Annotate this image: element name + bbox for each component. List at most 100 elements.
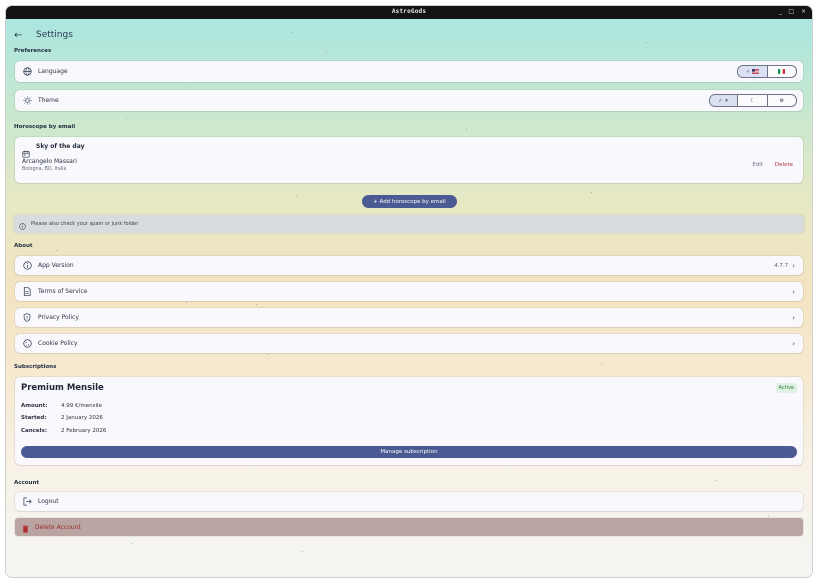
theme-option-light[interactable]: ✓ ☀ [710,95,739,106]
star-decoration [716,480,717,481]
language-row: Language ✓ [15,61,803,82]
delete-account-button[interactable]: Delete Account [15,518,803,536]
terms-chevron-group: › [792,288,795,296]
theme-row: Theme ✓ ☀ ☾ ⚙ [15,90,803,111]
star-decoration [591,192,592,193]
logout-icon [22,497,32,507]
about-item-app-version[interactable]: App Version 4.7.7 › [15,256,803,275]
star-decoration [768,516,769,517]
amount-value: 4.99 €/mensile [61,403,102,409]
trash-icon [22,518,29,537]
section-label-subscriptions: Subscriptions [14,364,57,370]
info-icon [19,215,26,234]
about-item-privacy[interactable]: Privacy Policy › [15,308,803,327]
star-decoration [466,128,467,129]
subscription-cancels: Cancels: 2 February 2026 [21,428,106,434]
star-decoration [146,530,147,531]
sun-small-icon: ☀ [724,97,729,104]
delete-link[interactable]: Delete [775,162,793,168]
star-decoration [601,364,602,365]
document-icon [22,287,32,297]
subscription-plan-name: Premium Mensile [21,383,104,393]
chevron-right-icon: › [792,287,795,296]
gear-icon: ⚙ [779,97,785,104]
info-icon [22,261,32,271]
manage-subscription-button[interactable]: Manage subscription [21,446,797,458]
check-icon: ✓ [718,97,723,104]
sun-icon [22,96,32,106]
page-title: Settings [36,30,73,40]
edit-link[interactable]: Edit [752,162,763,168]
started-label: Started: [21,415,47,421]
globe-icon [22,67,32,77]
star-decoration [302,551,303,552]
subscription-started: Started: 2 January 2026 [21,415,103,421]
theme-option-dark[interactable]: ☾ [738,95,768,106]
star-decoration [186,86,187,87]
close-button[interactable]: × [801,8,806,15]
star-decoration [186,302,187,303]
maximize-button[interactable]: □ [788,8,794,15]
recipient-name: Arcangelo Massari [22,158,77,165]
cookie-icon [22,339,32,349]
chevron-right-icon: › [792,339,795,348]
logout-row[interactable]: Logout [15,492,803,511]
star-decoration [268,354,269,355]
star-decoration [291,32,292,33]
language-selector: ✓ [737,65,797,78]
about-item-terms[interactable]: Terms of Service › [15,282,803,301]
minimize-button[interactable]: _ [779,8,782,15]
italy-flag-icon [778,69,786,74]
app-version-value: 4.7.7 [774,262,789,269]
chevron-right-icon: › [792,313,795,322]
cancels-value: 2 February 2026 [61,428,107,434]
star-decoration [746,86,747,87]
app-window: AstroGods _ □ × ← Settings Preferences L… [6,6,812,577]
theme-label: Theme [38,97,59,104]
subscription-amount: Amount: 4.99 €/mensile [21,403,102,409]
app-version-value-group: 4.7.7 › [774,262,795,270]
horoscope-card: Sky of the day Arcangelo Massari Bologna… [15,137,803,183]
subscription-card: Premium Mensile Active Amount: 4.99 €/men… [15,377,803,465]
amount-label: Amount: [21,403,48,409]
star-decoration [326,52,327,53]
star-decoration [296,196,297,197]
status-badge: Active [775,383,797,393]
logout-label: Logout [38,498,59,505]
language-option-it[interactable] [768,66,797,77]
spam-notice-text: Please also check your spam or junk fold… [31,221,139,227]
moon-icon: ☾ [750,97,755,104]
add-horoscope-button[interactable]: + Add horoscope by email [362,195,457,208]
star-decoration [131,543,132,544]
shield-icon [22,313,32,323]
language-option-en[interactable]: ✓ [738,66,768,77]
cancels-label: Cancels: [21,428,48,434]
section-label-about: About [14,243,33,249]
theme-option-system[interactable]: ⚙ [768,95,796,106]
delete-account-label: Delete Account [35,523,81,531]
star-decoration [646,42,647,43]
chevron-right-icon: › [792,261,795,270]
spam-notice: Please also check your spam or junk fold… [14,215,804,233]
about-item-label: Terms of Service [38,288,88,295]
section-label-account: Account [14,480,40,486]
recipient-location: Bologna, BO, Italia [22,167,67,172]
page-header: ← Settings [14,25,73,45]
horoscope-title: Sky of the day [36,143,85,150]
about-item-label: Cookie Policy [38,340,78,347]
language-label: Language [38,68,68,75]
back-arrow-icon[interactable]: ← [14,30,28,41]
about-item-cookie[interactable]: Cookie Policy › [15,334,803,353]
cookie-chevron-group: › [792,340,795,348]
star-decoration [126,118,127,119]
theme-selector: ✓ ☀ ☾ ⚙ [709,94,797,107]
started-value: 2 January 2026 [61,415,103,421]
us-flag-icon [751,69,759,74]
about-item-label: App Version [38,262,74,269]
section-label-preferences: Preferences [14,48,52,54]
star-decoration [256,304,257,305]
window-title: AstroGods [391,8,427,15]
title-bar: AstroGods _ □ × [6,6,812,19]
star-decoration [56,250,57,251]
section-label-horoscope: Horoscope by email [14,124,76,130]
